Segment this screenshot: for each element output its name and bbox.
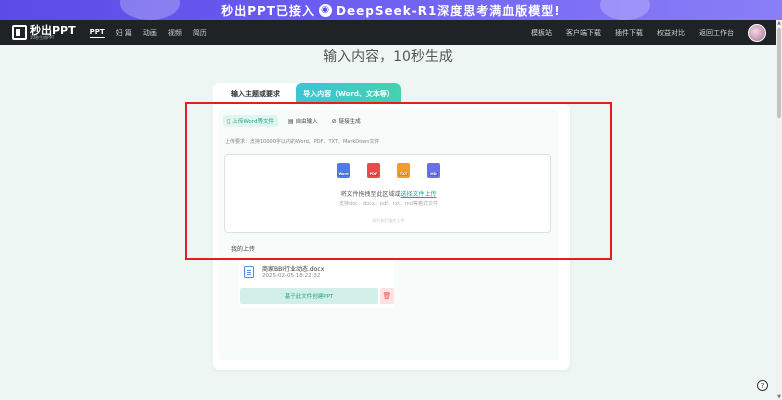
scroll-down-icon[interactable]: ▼	[776, 394, 782, 400]
logo[interactable]: 秒出PPT 10秒生成PPT	[12, 20, 76, 45]
word-file-icon: Word	[337, 163, 350, 178]
page-scrollbar[interactable]: ▲ ▼	[776, 20, 782, 400]
logo-subtitle: 10秒生成PPT	[30, 35, 55, 40]
promo-text-after: DeepSeek-R1深度思考满血版模型!	[336, 3, 561, 18]
nav-link-ppt[interactable]: PPT	[89, 28, 105, 38]
subtab-link-generate[interactable]: ⊘ 链接生成	[328, 115, 365, 127]
select-file-link[interactable]: 选择文件上传	[401, 191, 437, 198]
nav-main-links: PPT 妇 篇 动画 视频 简历	[89, 28, 207, 38]
md-file-icon: MD	[427, 163, 440, 178]
scroll-up-icon[interactable]: ▲	[776, 20, 782, 26]
file-dropzone[interactable]: Word PDF TXT MD 将文件拖拽至此区域或选择文件上传 支持doc、d…	[224, 154, 551, 233]
subtab-link-generate-label: 链接生成	[338, 119, 361, 125]
upload-requirement: 上传要求：支持10000字以内的Word、PDF、TXT、MarkDown文件	[225, 139, 380, 145]
nav-link-workspace[interactable]: 返回工作台	[699, 28, 734, 38]
link-icon: ⊘	[331, 117, 337, 125]
docx-file-icon	[244, 266, 254, 278]
top-navbar: 秒出PPT 10秒生成PPT PPT 妇 篇 动画 视频 简历 模板站 客户端下…	[0, 20, 776, 45]
tab-topic[interactable]: 输入主题或要求	[213, 83, 298, 104]
nav-link-compare[interactable]: 权益对比	[657, 28, 685, 38]
create-ppt-from-file-button[interactable]: 基于此文件创建PPT	[240, 288, 378, 304]
promo-banner[interactable]: 秒出PPT已接入 ◉ DeepSeek-R1深度思考满血版模型!	[0, 0, 782, 20]
document-icon: ▤	[287, 117, 294, 125]
pdf-file-icon: PDF	[367, 163, 380, 178]
avatar[interactable]	[748, 23, 766, 42]
banner-decoration	[120, 0, 180, 20]
logo-mark-icon	[12, 25, 27, 40]
nav-link-client-download[interactable]: 客户端下载	[566, 28, 601, 38]
promo-text-before: 秒出PPT已接入	[221, 3, 315, 18]
nav-link-animation[interactable]: 动画	[143, 28, 157, 38]
nav-link-resume[interactable]: 简历	[193, 28, 207, 38]
my-uploads-heading: 我的上传	[231, 246, 256, 253]
trash-icon: 🗑	[382, 292, 392, 300]
subtab-free-input-label: 自由输入	[295, 119, 318, 125]
nav-link-2[interactable]: 妇 篇	[116, 28, 132, 38]
subtab-upload-word-label: 上传Word等文件	[232, 119, 274, 125]
dropzone-text: 将文件拖拽至此区域或	[340, 191, 401, 198]
upload-file-icon: ▯	[227, 117, 231, 125]
subtab-upload-word[interactable]: ▯ 上传Word等文件	[223, 115, 278, 127]
import-panel: ▯ 上传Word等文件 ▤ 自由输入 ⊘ 链接生成 上传要求：支持10000字以…	[219, 110, 559, 360]
uploaded-file-item[interactable]: 商家BBI行业动态.docx 2025-02-05 18:22:32 基于此文件…	[239, 260, 394, 308]
nav-link-templates[interactable]: 模板站	[531, 28, 552, 38]
dropzone-supported-formats: 支持doc、docx、pdf、txt、md等格式文件	[339, 201, 438, 207]
page-title: 输入内容，10秒生成	[323, 49, 453, 65]
uploaded-file-date: 2025-02-05 18:22:32	[262, 273, 321, 279]
scrollbar-thumb[interactable]	[777, 28, 781, 118]
nav-link-plugin-download[interactable]: 插件下载	[615, 28, 643, 38]
dropzone-instruction: 将文件拖拽至此区域或选择文件上传	[225, 189, 552, 198]
nav-link-video[interactable]: 视频	[168, 28, 182, 38]
filetype-icons: Word PDF TXT MD	[225, 163, 552, 178]
import-mode-tabs: ▯ 上传Word等文件 ▤ 自由输入 ⊘ 链接生成	[223, 115, 365, 127]
help-icon[interactable]: ?	[757, 380, 768, 391]
banner-decoration	[600, 0, 650, 20]
deepseek-icon: ◉	[319, 3, 332, 17]
nav-right-links: 模板站 客户端下载 插件下载 权益对比 返回工作台	[531, 23, 766, 42]
tab-import-content[interactable]: 导入内容（Word、文本等）	[296, 83, 401, 104]
dropzone-note: 图片和扫描件上传	[372, 218, 405, 223]
delete-file-button[interactable]: 🗑	[380, 288, 394, 304]
subtab-free-input[interactable]: ▤ 自由输入	[284, 115, 322, 127]
uploaded-file-name: 商家BBI行业动态.docx	[262, 266, 325, 273]
txt-file-icon: TXT	[397, 163, 410, 178]
content-card: ▯ 上传Word等文件 ▤ 自由输入 ⊘ 链接生成 上传要求：支持10000字以…	[213, 104, 570, 370]
promo-text: 秒出PPT已接入 ◉ DeepSeek-R1深度思考满血版模型!	[221, 2, 561, 19]
